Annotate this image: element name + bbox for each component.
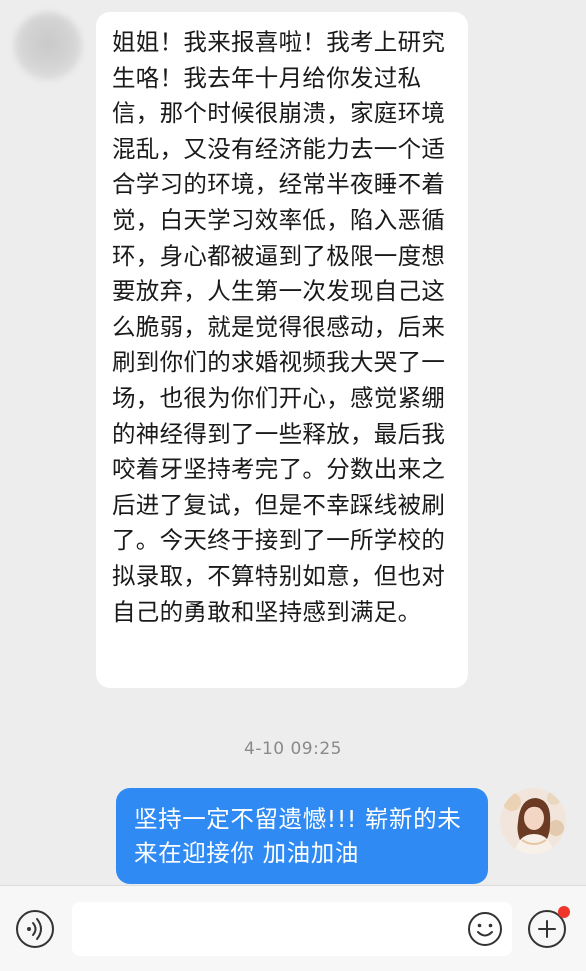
user-avatar[interactable] bbox=[500, 788, 566, 854]
emoji-button[interactable] bbox=[467, 911, 503, 947]
message-input[interactable] bbox=[72, 902, 512, 956]
incoming-message-text: 姐姐！我来报喜啦！我考上研究生咯！我去年十月给你发过私信，那个时候很崩溃，家庭环… bbox=[112, 28, 446, 626]
outgoing-message-text: 坚持一定不留遗憾!!! 崭新的未来在迎接你 加油加油 bbox=[134, 805, 462, 867]
chat-area: 姐姐！我来报喜啦！我考上研究生咯！我去年十月给你发过私信，那个时候很崩溃，家庭环… bbox=[0, 0, 586, 885]
incoming-message-bubble[interactable]: 姐姐！我来报喜啦！我考上研究生咯！我去年十月给你发过私信，那个时候很崩溃，家庭环… bbox=[96, 12, 468, 688]
voice-button[interactable] bbox=[16, 910, 54, 948]
outgoing-message-bubble[interactable]: 坚持一定不留遗憾!!! 崭新的未来在迎接你 加油加油 bbox=[116, 788, 488, 884]
user-avatar-image bbox=[500, 788, 566, 854]
contact-avatar[interactable] bbox=[14, 12, 82, 80]
plus-icon bbox=[538, 920, 556, 938]
input-bar bbox=[0, 885, 586, 971]
voice-icon bbox=[27, 918, 42, 940]
notification-dot bbox=[558, 906, 570, 918]
message-timestamp: 4-10 09:25 bbox=[244, 739, 342, 759]
emoji-icon bbox=[468, 912, 502, 946]
